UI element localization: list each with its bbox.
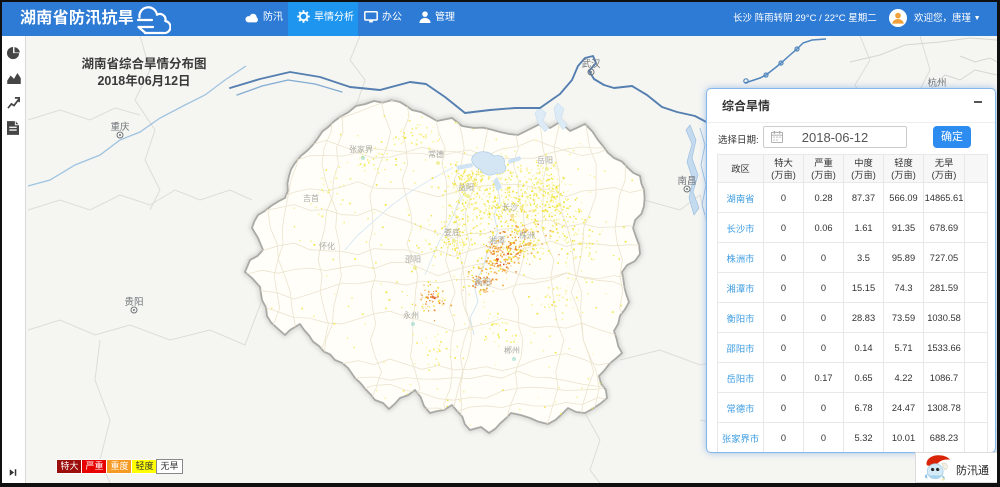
svg-text:岳阳: 岳阳 <box>537 155 553 165</box>
svg-text:邵阳: 邵阳 <box>405 255 421 264</box>
svg-text:南昌: 南昌 <box>677 175 696 187</box>
svg-text:湘潭: 湘潭 <box>489 235 505 245</box>
svg-text:郴州: 郴州 <box>504 346 520 355</box>
svg-text:常德: 常德 <box>428 149 444 159</box>
svg-text:益阳: 益阳 <box>458 182 474 192</box>
svg-text:衡阳: 衡阳 <box>475 277 491 287</box>
svg-text:贵阳: 贵阳 <box>124 296 143 308</box>
svg-text:怀化: 怀化 <box>319 241 335 251</box>
svg-text:永州: 永州 <box>403 310 419 320</box>
svg-text:娄底: 娄底 <box>444 227 460 237</box>
svg-text:株洲: 株洲 <box>519 230 535 240</box>
svg-text:长沙: 长沙 <box>502 202 518 212</box>
svg-text:武汉: 武汉 <box>581 58 601 70</box>
svg-text:张家界: 张家界 <box>349 144 373 154</box>
svg-text:重庆: 重庆 <box>110 121 130 133</box>
svg-text:吉首: 吉首 <box>303 193 319 203</box>
